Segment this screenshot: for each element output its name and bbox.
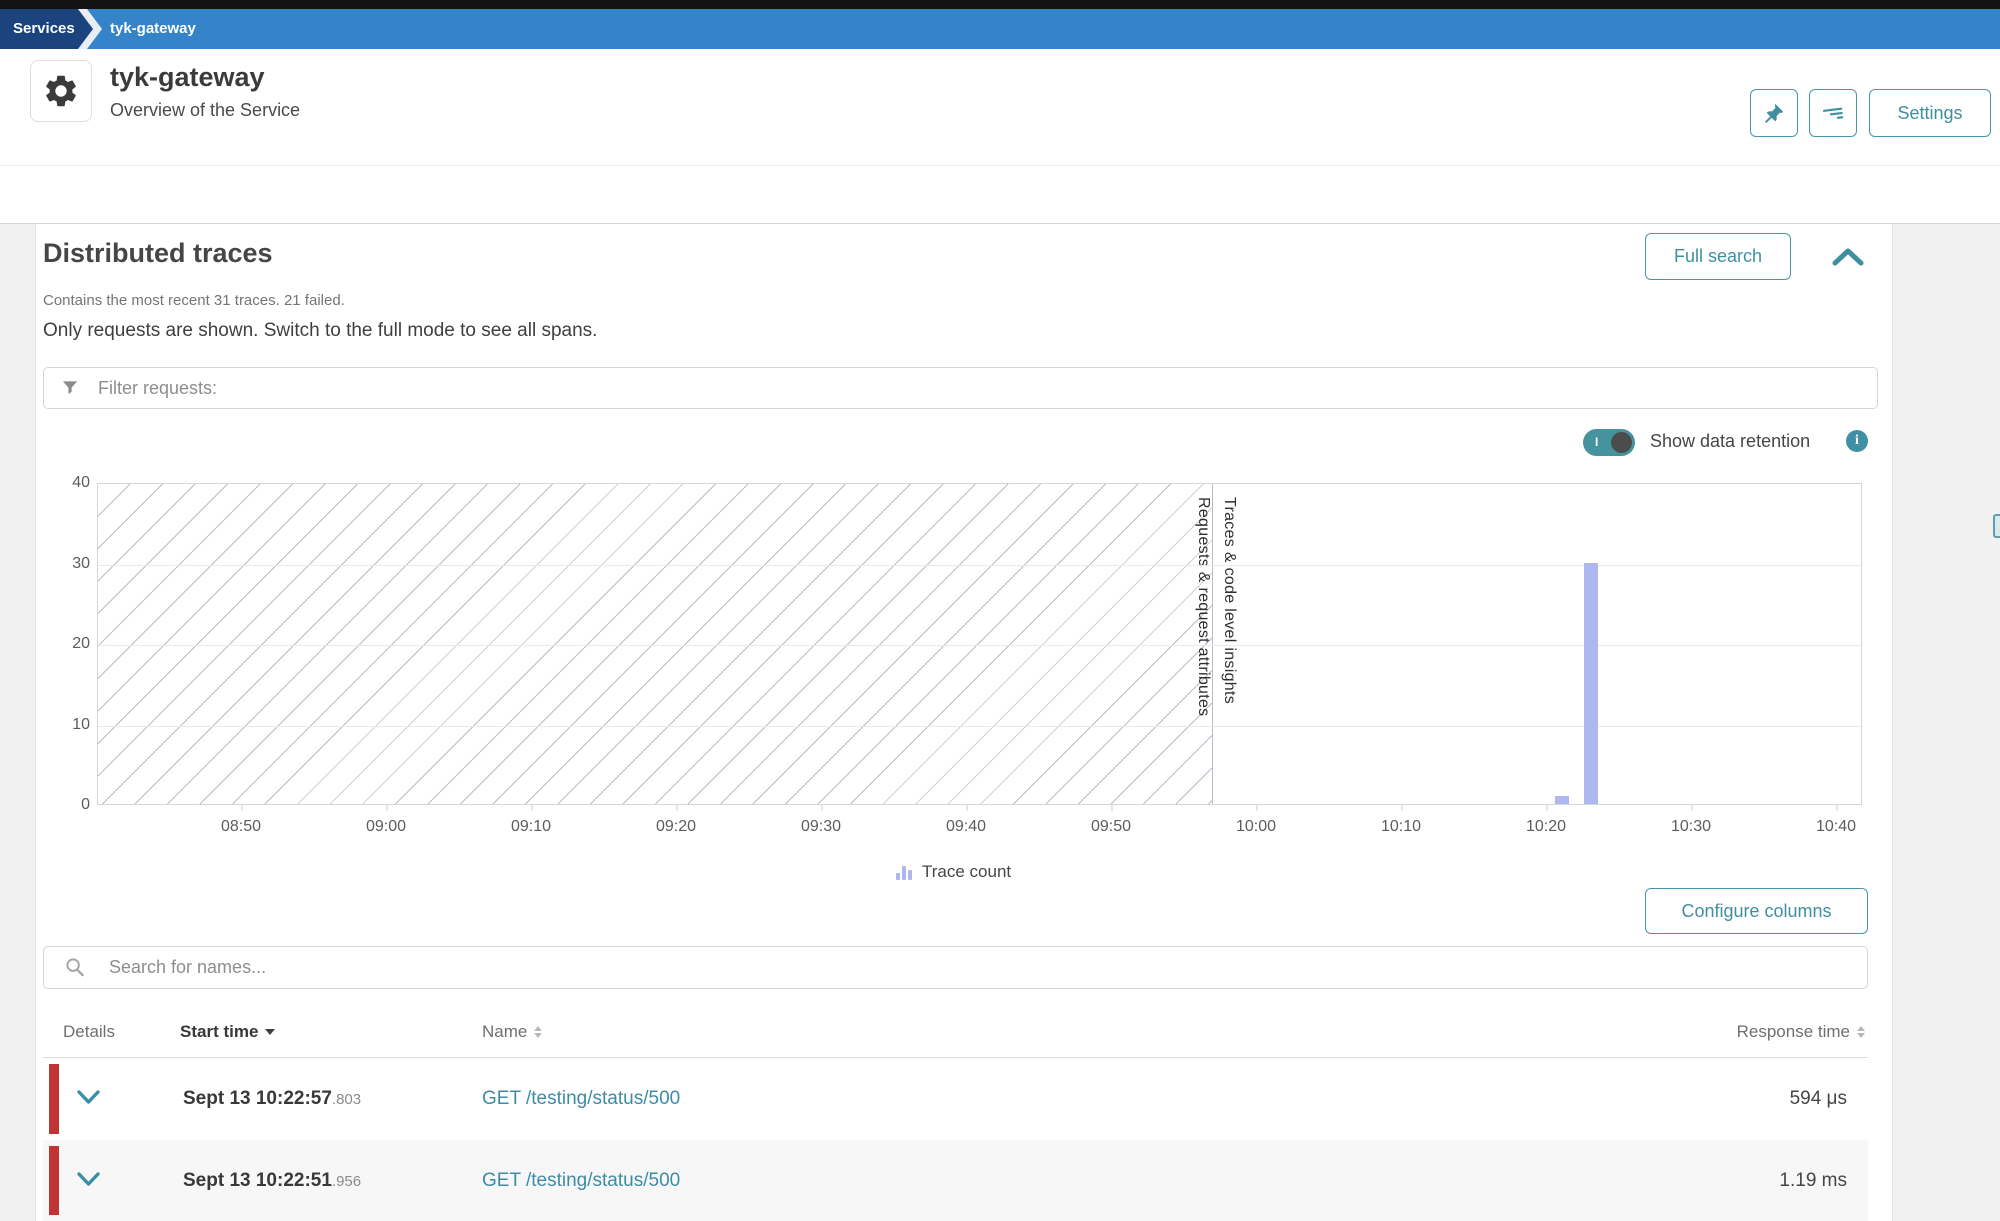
trace-name-link[interactable]: GET /testing/status/500 xyxy=(482,1088,680,1110)
x-tick-label: 10:20 xyxy=(1526,818,1566,836)
x-tick-label: 08:50 xyxy=(221,818,261,836)
trace-response-time: 1.19 ms xyxy=(1779,1170,1847,1192)
collapse-section-button[interactable] xyxy=(1828,243,1868,273)
filter-requests-field xyxy=(43,367,1878,409)
traces-summary: Contains the most recent 31 traces. 21 f… xyxy=(43,292,345,309)
sort-icon xyxy=(1857,1022,1865,1042)
x-tick-mark xyxy=(967,805,968,811)
trace-name-link[interactable]: GET /testing/status/500 xyxy=(482,1170,680,1192)
data-retention-toggle[interactable]: I xyxy=(1583,429,1635,456)
x-tick-label: 09:40 xyxy=(946,818,986,836)
x-tick-mark xyxy=(677,805,678,811)
region-label-requests: Requests & request attributes xyxy=(1194,497,1212,716)
breadcrumb-item-tyk-gateway[interactable]: tyk-gateway xyxy=(110,9,196,49)
x-tick-mark xyxy=(1257,805,1258,811)
x-tick-label: 09:00 xyxy=(366,818,406,836)
x-tick-label: 09:30 xyxy=(801,818,841,836)
y-tick-label: 0 xyxy=(81,796,90,814)
toggle-on-glyph: I xyxy=(1595,435,1598,449)
traces-note: Only requests are shown. Switch to the f… xyxy=(43,320,597,342)
configure-columns-button[interactable]: Configure columns xyxy=(1645,888,1868,934)
service-icon-card xyxy=(30,60,92,122)
window-chrome-strip xyxy=(0,0,2000,9)
trace-count-bar[interactable] xyxy=(1555,796,1569,804)
trace-response-time: 594 μs xyxy=(1790,1088,1847,1110)
region-label-traces: Traces & code level insights xyxy=(1220,497,1238,704)
legend-label: Trace count xyxy=(922,862,1011,882)
x-tick-mark xyxy=(1112,805,1113,811)
service-overview-page: Services tyk-gateway tyk-gateway Overvie… xyxy=(0,0,2000,1221)
error-indicator xyxy=(49,1146,59,1215)
full-search-button[interactable]: Full search xyxy=(1645,233,1791,280)
traces-table-header: Details Start time Name Response time xyxy=(43,1008,1868,1058)
chevron-down-icon xyxy=(75,1089,102,1106)
x-tick-mark xyxy=(1692,805,1693,811)
chevron-down-icon xyxy=(75,1171,102,1188)
search-names-field xyxy=(43,946,1868,989)
x-tick-mark xyxy=(532,805,533,811)
column-header-response-time[interactable]: Response time xyxy=(1737,1022,1865,1042)
retention-label: Show data retention xyxy=(1650,431,1810,452)
settings-button[interactable]: Settings xyxy=(1869,89,1991,137)
traces-table-body: Sept 13 10:22:57.803 GET /testing/status… xyxy=(43,1058,1868,1221)
expand-row-button[interactable] xyxy=(75,1171,102,1191)
filter-requests-input[interactable] xyxy=(98,378,1877,399)
x-tick-mark xyxy=(242,805,243,811)
toggle-knob xyxy=(1611,432,1632,453)
pin-icon xyxy=(1762,101,1786,125)
bar-chart-icon xyxy=(896,865,912,880)
error-indicator xyxy=(49,1064,59,1134)
x-tick-label: 10:10 xyxy=(1381,818,1421,836)
service-tab-bar: Properties and tags No problems 0 SLOs O… xyxy=(0,165,2000,224)
trace-start-time: Sept 13 10:22:51.956 xyxy=(183,1170,361,1192)
trace-count-bar[interactable] xyxy=(1584,563,1598,805)
sort-icon xyxy=(534,1022,542,1042)
sort-desc-icon xyxy=(265,1029,275,1040)
y-tick-label: 10 xyxy=(72,716,90,734)
breadcrumb-item-services[interactable]: Services xyxy=(0,9,93,49)
x-tick-label: 10:00 xyxy=(1236,818,1276,836)
search-names-input[interactable] xyxy=(109,957,1867,978)
trace-start-time: Sept 13 10:22:57.803 xyxy=(183,1088,361,1110)
breadcrumb: Services tyk-gateway xyxy=(0,9,2000,49)
column-header-start-time[interactable]: Start time xyxy=(180,1022,275,1042)
expand-row-button[interactable] xyxy=(75,1089,102,1109)
y-tick-label: 40 xyxy=(72,474,90,492)
y-tick-label: 20 xyxy=(72,635,90,653)
x-tick-label: 09:50 xyxy=(1091,818,1131,836)
table-row[interactable]: Sept 13 10:22:57.803 GET /testing/status… xyxy=(43,1058,1868,1140)
x-tick-mark xyxy=(387,805,388,811)
chart-hatched-region xyxy=(98,484,1213,804)
x-tick-label: 10:40 xyxy=(1816,818,1856,836)
page-subtitle: Overview of the Service xyxy=(110,100,300,121)
y-tick-label: 30 xyxy=(72,555,90,573)
column-header-name[interactable]: Name xyxy=(482,1022,542,1042)
waterfall-view-button[interactable] xyxy=(1809,89,1857,137)
search-icon xyxy=(64,956,87,979)
x-tick-mark xyxy=(1547,805,1548,811)
section-title: Distributed traces xyxy=(43,238,273,269)
chevron-up-icon xyxy=(1830,246,1866,268)
pin-button[interactable] xyxy=(1750,89,1798,137)
table-row[interactable]: Sept 13 10:22:51.956 GET /testing/status… xyxy=(43,1140,1868,1221)
page-title: tyk-gateway xyxy=(110,62,265,93)
gear-icon xyxy=(42,72,80,110)
x-tick-mark xyxy=(1837,805,1838,811)
column-header-details: Details xyxy=(63,1022,115,1042)
x-tick-label: 10:30 xyxy=(1671,818,1711,836)
filter-icon xyxy=(60,378,80,398)
trace-count-legend[interactable]: Trace count xyxy=(896,862,1011,882)
info-icon[interactable]: i xyxy=(1846,430,1868,452)
chart-x-axis: 08:50 09:00 09:10 09:20 09:30 09:40 09:50 10:00… xyxy=(97,818,1862,848)
edge-flyout-tab[interactable] xyxy=(1993,514,2000,538)
x-tick-mark xyxy=(822,805,823,811)
x-tick-label: 09:20 xyxy=(656,818,696,836)
x-tick-mark xyxy=(1402,805,1403,811)
trace-chart-plot: Requests & request attributes Traces & c… xyxy=(97,483,1862,805)
x-tick-label: 09:10 xyxy=(511,818,551,836)
chart-y-axis: 010203040 xyxy=(40,483,90,805)
waterfall-icon xyxy=(1819,99,1848,128)
